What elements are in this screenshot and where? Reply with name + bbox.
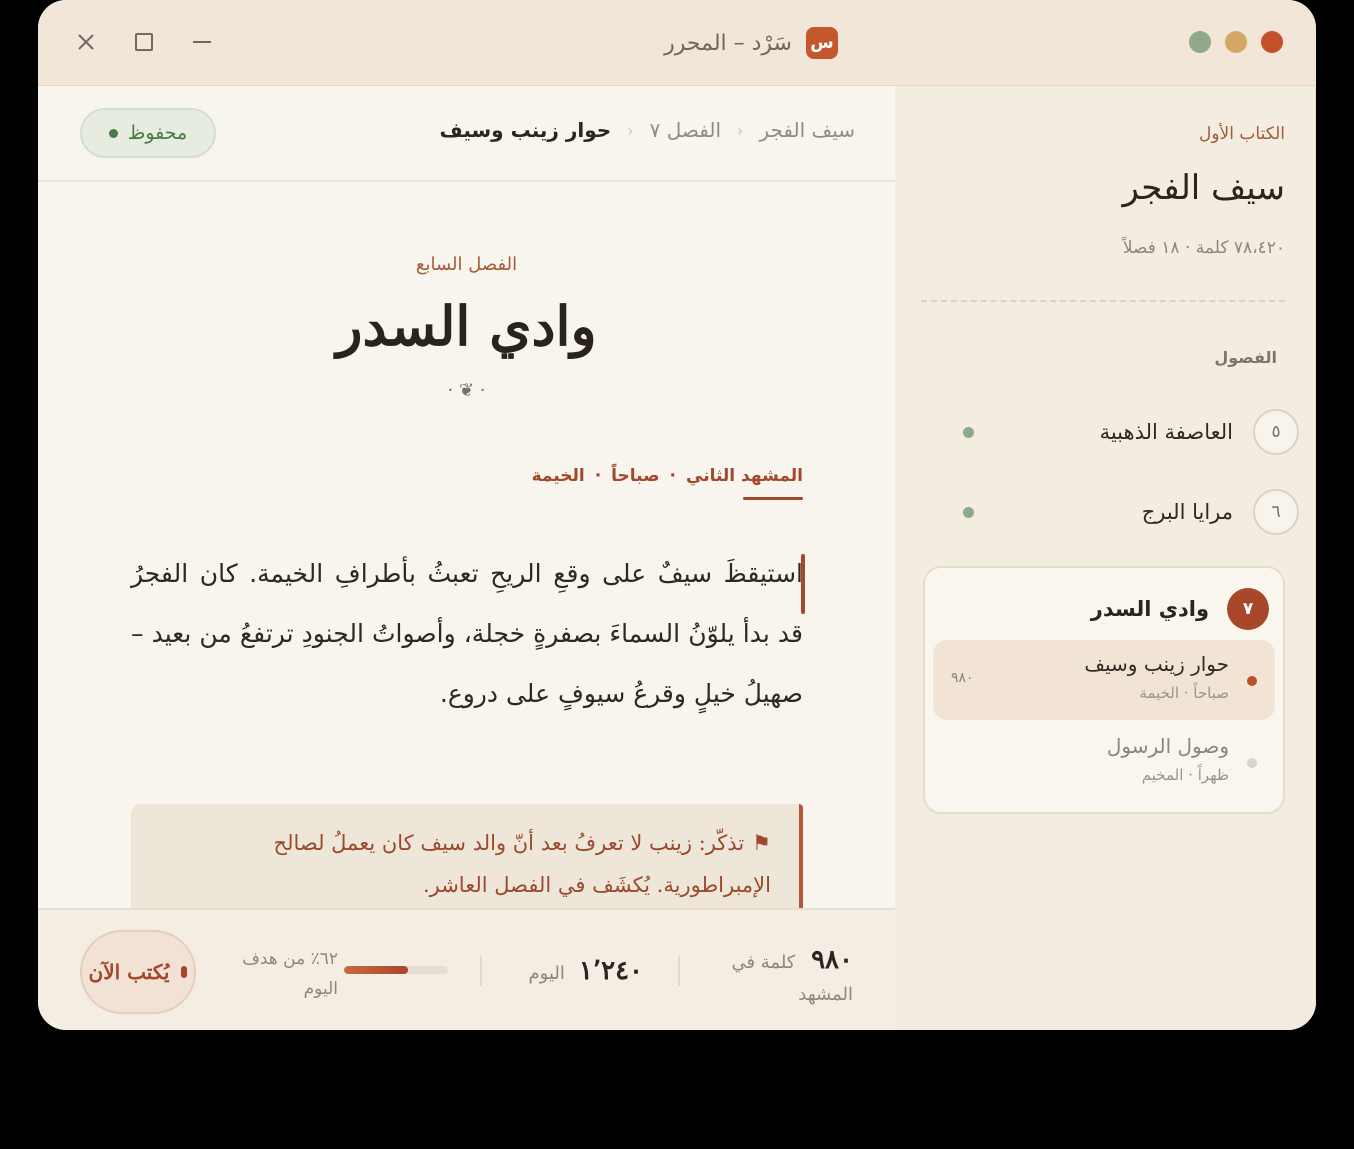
writing-now-button[interactable]: يُكتب الآن xyxy=(80,930,196,1014)
chapter-title: العاصفة الذهبية xyxy=(1099,420,1233,444)
scene-subtitle: صباحاً · الخيمة xyxy=(1139,684,1229,702)
sidebar-divider xyxy=(921,300,1285,302)
chapter-title: مرايا البرج xyxy=(1141,500,1233,524)
sidebar-chapter-6[interactable]: ٦ مرايا البرج xyxy=(953,482,1299,542)
today-word-count-label: اليوم xyxy=(528,963,565,984)
breadcrumb: سيف الفجر ‹ الفصل ٧ ‹ حوار زينب وسيف xyxy=(440,118,855,142)
title-bar: س سَرْد – المحرر xyxy=(38,0,1316,86)
sidebar: الكتاب الأول سيف الفجر ٧٨،٤٢٠ كلمة · ١٨ … xyxy=(895,86,1316,1030)
breadcrumb-separator: ‹ xyxy=(737,120,744,140)
chapter-label: الفصل السابع xyxy=(415,254,518,275)
chapters-section-label: الفصول xyxy=(1214,348,1277,367)
traffic-light-green[interactable] xyxy=(1189,31,1211,53)
breadcrumb-chapter[interactable]: الفصل ٧ xyxy=(650,118,721,142)
chapter-status-dot xyxy=(963,426,974,438)
scene-title: حوار زينب وسيف xyxy=(1084,652,1229,676)
chapter-status-dot xyxy=(963,506,974,518)
app-logo: س xyxy=(806,27,838,59)
status-footer: ٩٨٠ كلمة في المشهد ١٬٢٤٠ اليوم ٦٢٪ من هد… xyxy=(38,908,895,1030)
scene-heading: المشهد الثاني · صباحاً · الخيمة xyxy=(531,466,803,500)
book-label: الكتاب الأول xyxy=(1199,124,1285,144)
writing-now-label: يُكتب الآن xyxy=(88,960,170,984)
chapter-number: ٧ xyxy=(1227,588,1269,630)
footer-divider xyxy=(678,956,680,986)
saved-status-badge: محفوظ xyxy=(80,108,216,158)
app-window: س سَرْد – المحرر محفوظ سيف الفجر ‹ الفصل… xyxy=(38,0,1316,1030)
scene-place: الخيمة xyxy=(531,466,585,486)
editor-canvas[interactable]: الفصل السابع وادي السدر · ❦ · المشهد الث… xyxy=(38,182,895,908)
footer-divider xyxy=(480,956,482,986)
book-meta: ٧٨،٤٢٠ كلمة · ١٨ فصلاً xyxy=(1122,238,1285,258)
active-chapter-header[interactable]: ٧ وادي السدر xyxy=(1091,588,1269,630)
today-word-count: ١٬٢٤٠ اليوم xyxy=(529,956,644,986)
scene-time: صباحاً xyxy=(611,466,660,486)
traffic-light-yellow[interactable] xyxy=(1225,31,1247,53)
recording-indicator xyxy=(181,966,188,978)
close-icon[interactable] xyxy=(72,28,100,56)
scene-status-dot xyxy=(1247,758,1257,768)
saved-status-label: محفوظ xyxy=(127,122,188,144)
scene-prose[interactable]: استيقظَ سيفٌ على وقعِ الريحِ تعبثُ بأطرا… xyxy=(131,544,803,724)
breadcrumb-separator: ‹ xyxy=(627,120,634,140)
traffic-light-red[interactable] xyxy=(1261,31,1283,53)
daily-goal-progress-fill xyxy=(344,966,409,974)
scene-word-count: ٩٨٠ كلمة في المشهد xyxy=(713,944,853,1011)
sidebar-chapter-7-active: ٧ وادي السدر حوار زينب وسيف صباحاً · الخ… xyxy=(923,566,1285,814)
maximize-icon[interactable] xyxy=(130,28,158,56)
author-note[interactable]: ⚑تذكّر: زينب لا تعرفُ بعد أنّ والد سيف ك… xyxy=(131,804,803,908)
editor-header: محفوظ سيف الفجر ‹ الفصل ٧ ‹ حوار زينب وس… xyxy=(38,86,895,182)
flag-icon: ⚑ xyxy=(752,831,771,855)
chapter-number: ٥ xyxy=(1253,409,1299,455)
minimize-icon[interactable] xyxy=(188,28,216,56)
scene-title: وصول الرسول xyxy=(1106,734,1229,758)
scene-status-dot xyxy=(1247,676,1257,686)
scene-subtitle: ظهراً · المخيم xyxy=(1141,766,1229,784)
scene-item-active[interactable]: حوار زينب وسيف صباحاً · الخيمة ٩٨٠ xyxy=(933,640,1275,720)
scene-meta-separator: · xyxy=(594,466,602,486)
scene-word-count-value: ٩٨٠ xyxy=(811,945,853,975)
scene-word-count: ٩٨٠ xyxy=(951,670,974,686)
daily-goal-progress xyxy=(344,966,448,974)
today-word-count-value: ١٬٢٤٠ xyxy=(578,956,643,986)
daily-goal-label: ٦٢٪ من هدف اليوم xyxy=(242,949,338,999)
chapter-title: وادي السدر xyxy=(1090,597,1209,621)
app-title: سَرْد – المحرر xyxy=(664,30,792,56)
saved-status-dot xyxy=(108,128,118,138)
scene-item[interactable]: وصول الرسول ظهراً · المخيم xyxy=(933,722,1275,802)
sidebar-chapter-5[interactable]: ٥ العاصفة الذهبية xyxy=(953,402,1299,462)
breadcrumb-scene: حوار زينب وسيف xyxy=(439,118,612,142)
author-note-text: تذكّر: زينب لا تعرفُ بعد أنّ والد سيف كا… xyxy=(273,831,771,897)
book-title: سيف الفجر xyxy=(1122,168,1285,208)
chapter-number: ٦ xyxy=(1253,489,1299,535)
app-title-group: س سَرْد – المحرر xyxy=(598,24,838,62)
ornament-divider: · ❦ · xyxy=(447,380,486,401)
scene-meta-separator: · xyxy=(669,466,677,486)
scene-tab-active[interactable]: المشهد الثاني xyxy=(686,466,803,500)
chapter-title: وادي السدر xyxy=(336,294,597,358)
breadcrumb-book[interactable]: سيف الفجر xyxy=(759,118,855,142)
